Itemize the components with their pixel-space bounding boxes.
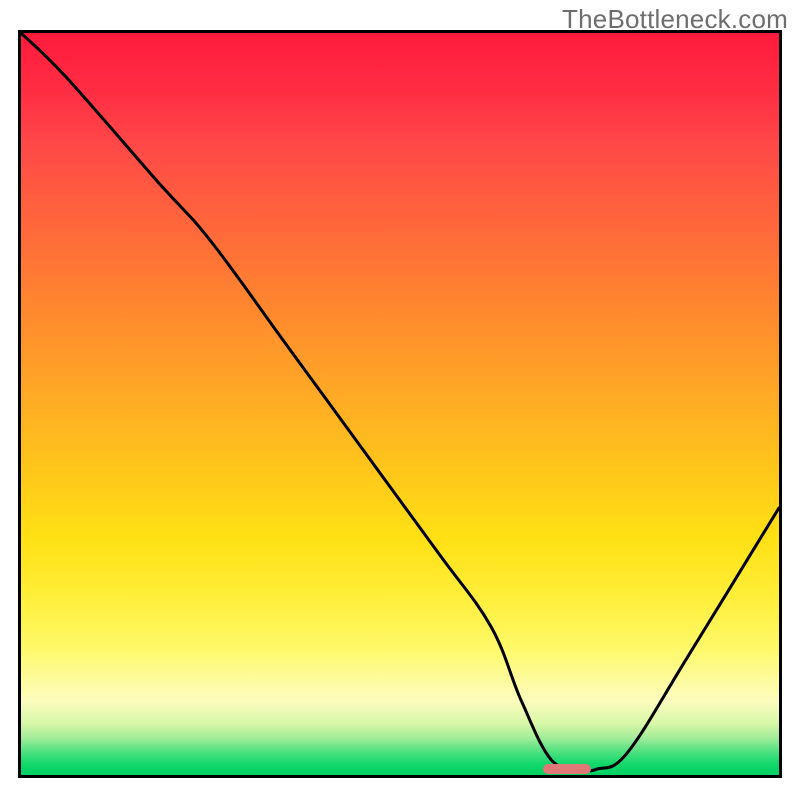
bottleneck-curve — [21, 33, 779, 775]
chart-frame: TheBottleneck.com — [0, 0, 800, 800]
plot-area — [18, 30, 782, 778]
optimal-marker — [543, 764, 591, 774]
watermark-text: TheBottleneck.com — [562, 4, 788, 35]
